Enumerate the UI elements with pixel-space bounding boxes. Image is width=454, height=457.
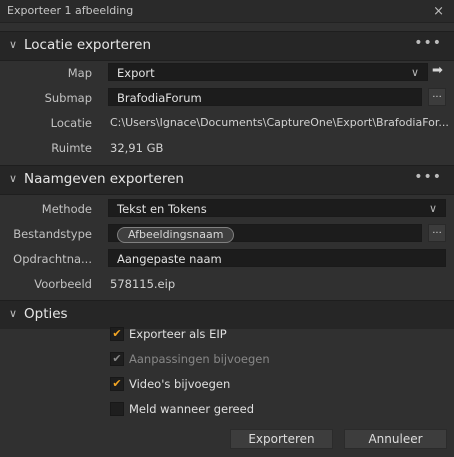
checkmark-icon[interactable]: ✔ bbox=[110, 377, 124, 391]
chevron-down-icon: ∨ bbox=[9, 307, 18, 320]
close-icon[interactable]: × bbox=[433, 4, 444, 19]
voorbeeld-value: 578115.eip bbox=[110, 277, 176, 291]
bestandstype-label: Bestandstype bbox=[13, 227, 92, 241]
opdrachtnaam-input-value: Aangepaste naam bbox=[117, 252, 222, 266]
title-bar: Exporteer 1 afbeelding × bbox=[0, 0, 454, 23]
opdrachtnaam-input[interactable]: Aangepaste naam bbox=[108, 249, 446, 267]
methode-select-value: Tekst en Tokens bbox=[117, 202, 207, 216]
bestandstype-input[interactable]: Afbeeldingsnaam bbox=[108, 224, 422, 243]
chevron-down-icon: ∨ bbox=[410, 66, 419, 79]
option-label: Video's bijvoegen bbox=[129, 377, 231, 391]
more-options-icon[interactable]: ••• bbox=[414, 35, 442, 51]
opdrachtnaam-label: Opdrachtna... bbox=[13, 252, 92, 266]
submap-input-value: BrafodiaForum bbox=[117, 91, 202, 105]
bestandstype-browse-button[interactable]: ... bbox=[428, 224, 446, 242]
section-header-options[interactable]: ∨ Opties bbox=[0, 300, 454, 329]
section-title-location: Locatie exporteren bbox=[24, 37, 152, 53]
map-select[interactable]: Export ∨ bbox=[108, 63, 428, 81]
submap-browse-button[interactable]: ... bbox=[428, 88, 446, 106]
voorbeeld-label: Voorbeeld bbox=[34, 277, 92, 291]
locatie-label: Locatie bbox=[50, 116, 92, 130]
section-header-naming[interactable]: ∨ Naamgeven exporteren ••• bbox=[0, 165, 454, 195]
checkbox-empty[interactable] bbox=[110, 402, 124, 416]
section-title-naming: Naamgeven exporteren bbox=[24, 171, 184, 187]
submap-input[interactable]: BrafodiaForum bbox=[108, 88, 422, 106]
cancel-button[interactable]: Annuleer bbox=[344, 429, 447, 449]
window-title: Exporteer 1 afbeelding bbox=[7, 4, 134, 17]
option-label: Aanpassingen bijvoegen bbox=[129, 352, 270, 366]
chevron-down-icon: ∨ bbox=[9, 172, 18, 185]
chevron-down-icon: ∨ bbox=[9, 38, 18, 51]
chevron-down-icon: ∨ bbox=[428, 202, 437, 215]
export-button[interactable]: Exporteren bbox=[230, 429, 333, 449]
option-label: Exporteer als EIP bbox=[129, 327, 227, 341]
token-chip[interactable]: Afbeeldingsnaam bbox=[117, 227, 235, 243]
ruimte-label: Ruimte bbox=[51, 141, 92, 155]
section-header-location[interactable]: ∨ Locatie exporteren ••• bbox=[0, 31, 454, 61]
submap-label: Submap bbox=[44, 91, 92, 105]
map-select-value: Export bbox=[117, 66, 155, 80]
locatie-value: C:\Users\Ignace\Documents\CaptureOne\Exp… bbox=[110, 116, 449, 129]
map-label: Map bbox=[67, 66, 92, 80]
option-label: Meld wanneer gereed bbox=[129, 402, 255, 416]
section-title-options: Opties bbox=[24, 306, 68, 322]
methode-label: Methode bbox=[41, 202, 92, 216]
ruimte-value: 32,91 GB bbox=[110, 141, 164, 155]
checkmark-icon: ✔ bbox=[110, 352, 124, 366]
arrow-right-icon[interactable]: ➡ bbox=[432, 63, 443, 78]
checkmark-icon[interactable]: ✔ bbox=[110, 327, 124, 341]
methode-select[interactable]: Tekst en Tokens ∨ bbox=[108, 199, 446, 217]
more-options-icon[interactable]: ••• bbox=[414, 169, 442, 185]
